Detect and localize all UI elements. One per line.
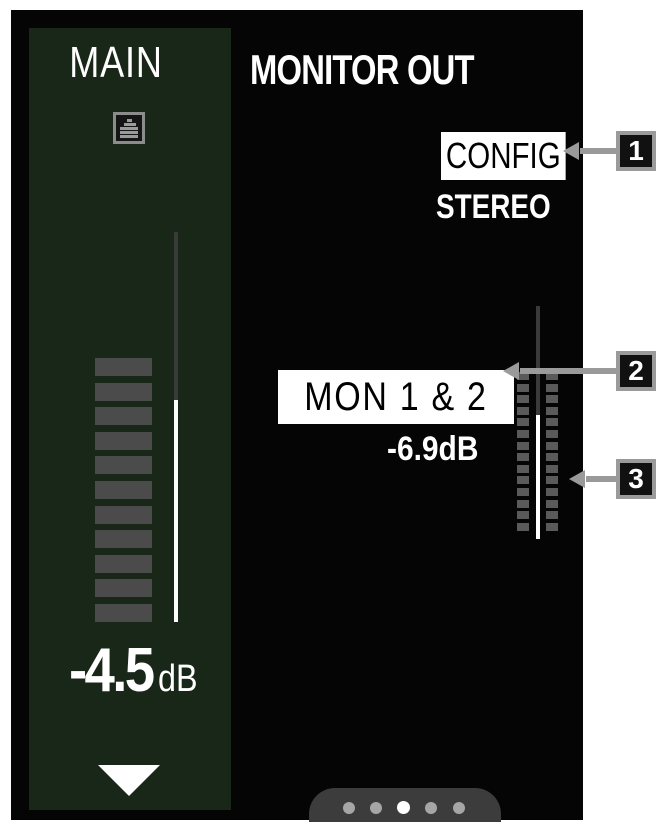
callout-3-leader (586, 476, 618, 482)
callout-2-number: 2 (620, 355, 652, 387)
main-level-readout: -4.5 dB (69, 635, 205, 706)
main-meter-segment (95, 505, 152, 524)
device-screen: MAIN -4.5 dB MONITOR OUT CONFIG STEREO M… (11, 10, 583, 822)
callout-2-arrowhead (503, 362, 519, 380)
monitor-meter-left-segment (517, 406, 529, 415)
monitor-meter-right-segment (546, 406, 558, 415)
main-meter-segment (95, 407, 152, 426)
page-title: MONITOR OUT (250, 46, 475, 93)
main-fader-fill (174, 400, 178, 622)
monitor-meter-left-segment (517, 383, 529, 392)
main-meter-segment (95, 456, 152, 475)
monitor-level-readout: -6.9dB (387, 430, 479, 468)
monitor-meter-right-segment (546, 464, 558, 473)
monitor-fader-fill (536, 415, 540, 539)
page-dot[interactable] (453, 802, 465, 814)
monitor-meter-left-segment (517, 476, 529, 485)
main-meter-segment (95, 604, 152, 622)
page-dot[interactable] (425, 802, 437, 814)
monitor-meter-left-segment (517, 453, 529, 462)
page-dot-active[interactable] (397, 801, 410, 814)
page-indicator[interactable] (309, 788, 501, 822)
monitor-meter-right-segment (546, 453, 558, 462)
monitor-meter-right-segment (546, 499, 558, 508)
monitor-meter-right-segment (546, 395, 558, 404)
callout-1-arrowhead (563, 142, 579, 160)
callout-2-badge: 2 (616, 351, 656, 391)
callout-1-leader (580, 148, 618, 154)
page-dot[interactable] (370, 802, 382, 814)
monitor-meter-left-segment (517, 522, 529, 531)
monitor-meter-right-segment (546, 418, 558, 427)
monitor-meter-left-segment (517, 430, 529, 438)
monitor-meter-left-segment (517, 418, 529, 427)
main-level-value: -4.5 (69, 636, 155, 705)
grid-meter-icon[interactable] (113, 112, 145, 144)
monitor-meter-right-segment (546, 430, 558, 438)
main-meter-segment (95, 579, 152, 598)
monitor-meter-left-segment (517, 441, 529, 450)
main-meter-segment (95, 358, 152, 376)
monitor-output-selector[interactable]: MON 1 & 2 (278, 370, 514, 424)
monitor-meter-right-segment (546, 383, 558, 392)
page-dot[interactable] (343, 802, 355, 814)
monitor-meter-left-segment (517, 511, 529, 520)
main-meter-segment (95, 431, 152, 450)
monitor-meter-left-segment (517, 499, 529, 508)
monitor-meter-left-segment (517, 488, 529, 496)
monitor-meter-right-segment (546, 522, 558, 531)
callout-1-number: 1 (620, 135, 652, 167)
monitor-meter-right-segment (546, 441, 558, 450)
callout-1-badge: 1 (616, 131, 656, 171)
monitor-meter-left-segment (517, 464, 529, 473)
callout-2-leader (520, 368, 618, 374)
monitor-meter-left-segment (517, 395, 529, 404)
scroll-down-arrow-icon[interactable] (98, 765, 160, 796)
config-value: STEREO (436, 188, 551, 226)
main-meter-segment (95, 382, 152, 401)
main-channel-label: MAIN (69, 38, 163, 87)
config-button[interactable]: CONFIG (441, 132, 566, 180)
monitor-output-name: MON 1 & 2 (304, 375, 488, 419)
main-meter-segment (95, 554, 152, 573)
monitor-meter-right-segment (546, 488, 558, 496)
main-meter-segment (95, 530, 152, 549)
main-meter-segment (95, 481, 152, 499)
main-level-unit: dB (158, 658, 198, 700)
monitor-meter-right-segment (546, 476, 558, 485)
monitor-meter-right-segment (546, 511, 558, 520)
callout-3-badge: 3 (616, 459, 656, 499)
callout-3-arrowhead (569, 470, 585, 488)
callout-3-number: 3 (620, 463, 652, 495)
